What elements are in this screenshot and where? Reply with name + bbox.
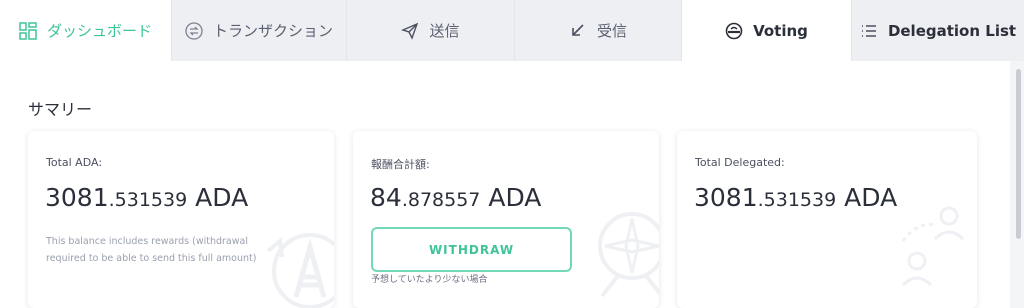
list-icon xyxy=(861,24,876,37)
tab-label: Voting xyxy=(753,21,808,40)
amount-unit: ADA xyxy=(195,183,249,212)
tab-voting[interactable]: Voting xyxy=(682,0,852,61)
dashboard-grid-icon xyxy=(19,21,37,40)
rewards-card: 報酬合計額: 84.878557 ADA WITHDRAW 予想していたより少な… xyxy=(353,131,659,308)
total-ada-label: Total ADA: xyxy=(46,156,103,169)
tab-label: ダッシュボード xyxy=(46,22,152,40)
tab-label: 受信 xyxy=(596,22,627,40)
delegators-illustration-icon xyxy=(901,206,965,287)
tab-label: 送信 xyxy=(429,22,460,40)
voting-ballot-icon xyxy=(725,22,743,39)
rewards-lower-than-expected-link[interactable]: 予想していたより少ない場合 xyxy=(371,272,488,285)
tab-label: トランザクション xyxy=(212,22,333,40)
total-ada-card: Total ADA: 3081.531539 ADA This balance … xyxy=(28,131,334,308)
receive-arrow-icon xyxy=(572,23,584,36)
tab-dashboard[interactable]: ダッシュボード xyxy=(0,0,172,61)
scrollbar-thumb[interactable] xyxy=(1016,69,1021,239)
compass-illustration-icon xyxy=(598,212,659,298)
main-tab-bar: ダッシュボード トランザクション 送信 受信 Voting Delegation… xyxy=(0,0,1024,61)
amount-integer: 3081 xyxy=(45,183,109,212)
withdraw-button[interactable]: WITHDRAW xyxy=(371,227,572,272)
amount-integer: 84 xyxy=(370,183,402,212)
balance-note: This balance includes rewards (withdrawa… xyxy=(46,236,257,264)
tab-receive[interactable]: 受信 xyxy=(515,0,682,61)
rewards-label: 報酬合計額: xyxy=(371,158,430,171)
tab-send[interactable]: 送信 xyxy=(347,0,515,61)
total-delegated-amount: 3081.531539 ADA xyxy=(694,183,897,212)
rewards-amount: 84.878557 ADA xyxy=(370,183,541,212)
amount-unit: ADA xyxy=(844,183,898,212)
send-plane-icon xyxy=(401,22,419,40)
tab-label: Delegation List xyxy=(887,21,1017,40)
amount-decimal: .878557 xyxy=(401,189,481,211)
total-ada-amount: 3081.531539 ADA xyxy=(45,183,248,212)
total-delegated-card: Total Delegated: 3081.531539 ADA xyxy=(677,131,977,308)
exchange-arrows-icon xyxy=(185,21,203,40)
amount-unit: ADA xyxy=(488,183,542,212)
total-delegated-label: Total Delegated: xyxy=(695,156,785,169)
tab-transactions[interactable]: トランザクション xyxy=(172,0,347,61)
tab-delegation-list[interactable]: Delegation List xyxy=(852,0,1024,61)
summary-title: サマリー xyxy=(28,100,93,119)
amount-integer: 3081 xyxy=(694,183,758,212)
amount-decimal: .531539 xyxy=(108,189,188,211)
amount-decimal: .531539 xyxy=(757,189,837,211)
